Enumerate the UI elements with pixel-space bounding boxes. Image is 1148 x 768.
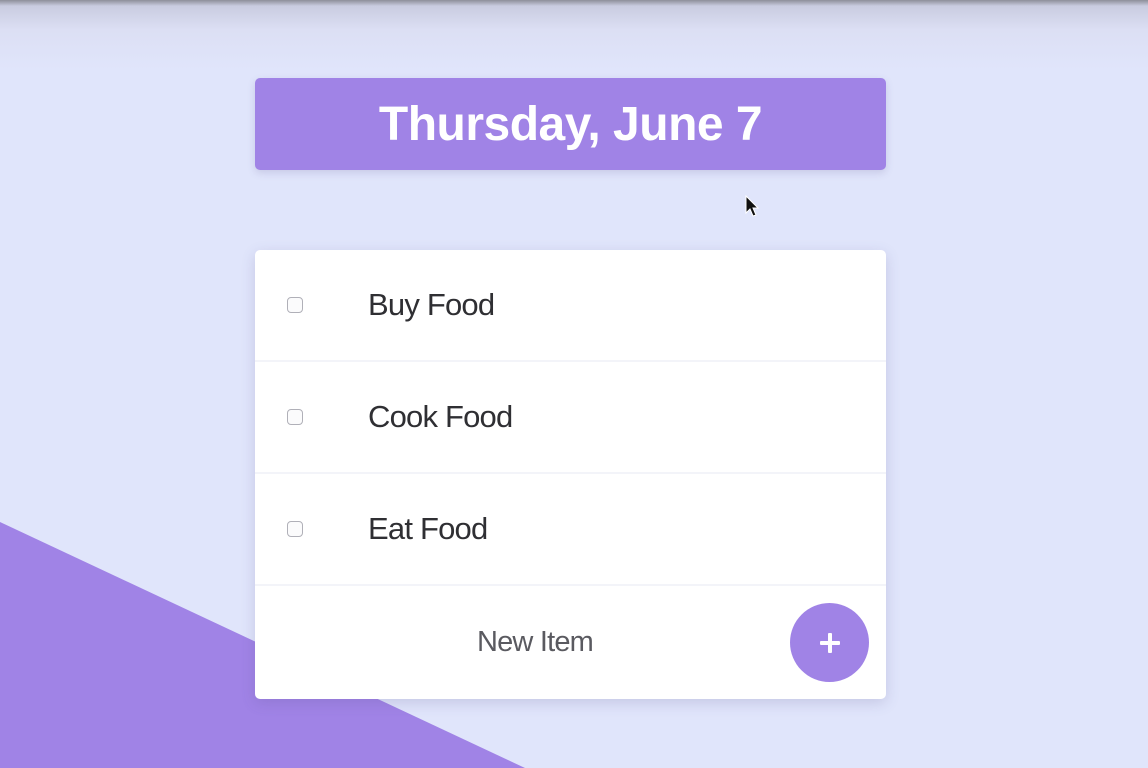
new-item-row <box>255 586 886 699</box>
new-item-input[interactable] <box>255 586 815 699</box>
date-title: Thursday, June 7 <box>378 97 763 151</box>
list-item: Eat Food <box>255 474 886 586</box>
item-label: Buy Food <box>368 287 495 322</box>
item-label: Eat Food <box>368 511 488 546</box>
item-checkbox[interactable] <box>287 521 303 537</box>
list-item: Buy Food <box>255 250 886 362</box>
plus-icon <box>819 632 840 653</box>
item-checkbox[interactable] <box>287 409 303 425</box>
todo-list-card: Buy Food Cook Food Eat Food <box>255 250 886 699</box>
item-checkbox[interactable] <box>287 297 303 313</box>
item-label: Cook Food <box>368 399 513 434</box>
mouse-cursor-icon <box>745 195 760 217</box>
list-item: Cook Food <box>255 362 886 474</box>
date-heading-box: Thursday, June 7 <box>255 78 886 170</box>
add-item-button[interactable] <box>790 603 869 682</box>
